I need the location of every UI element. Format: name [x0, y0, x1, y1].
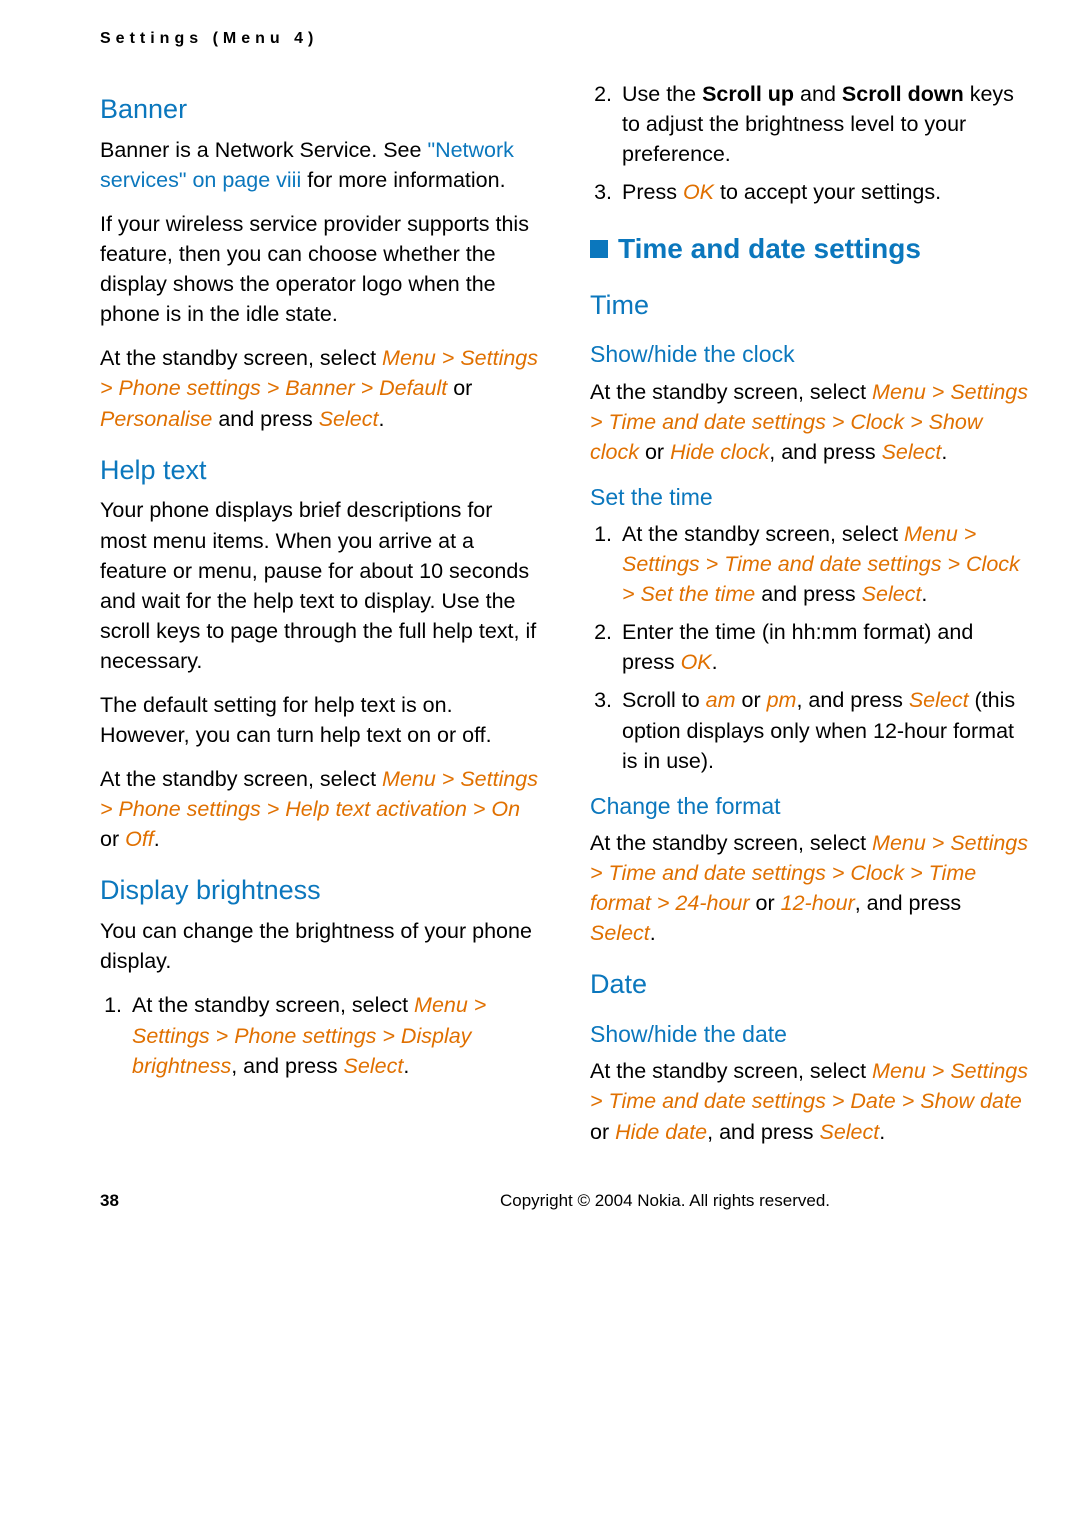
text: or — [736, 688, 767, 712]
copyright: Copyright © 2004 Nokia. All rights reser… — [300, 1191, 1030, 1211]
brightness-steps-right: Use the Scroll up and Scroll down keys t… — [590, 79, 1030, 207]
heading-set-time: Set the time — [590, 481, 1030, 513]
text: Enter the time (in hh:mm format) and pre… — [622, 620, 973, 674]
key-select: Select — [819, 1120, 879, 1144]
text: or — [447, 376, 472, 400]
step-1: At the standby screen, select Menu > Set… — [618, 519, 1030, 609]
showhide-date-p: At the standby screen, select Menu > Set… — [590, 1056, 1030, 1146]
help-p2: The default setting for help text is on.… — [100, 690, 540, 750]
heading-show-hide-clock: Show/hide the clock — [590, 338, 1030, 370]
key-select: Select — [882, 440, 942, 464]
text: At the standby screen, select — [132, 993, 414, 1017]
step-2: Enter the time (in hh:mm format) and pre… — [618, 617, 1030, 677]
settime-steps: At the standby screen, select Menu > Set… — [590, 519, 1030, 776]
text: or — [590, 1120, 615, 1144]
square-bullet-icon — [590, 240, 608, 258]
heading-date: Date — [590, 966, 1030, 1004]
text: At the standby screen, select — [100, 346, 382, 370]
text: and — [794, 82, 842, 106]
left-column: Banner Banner is a Network Service. See … — [100, 73, 540, 1161]
text: At the standby screen, select — [590, 380, 872, 404]
heading-show-hide-date: Show/hide the date — [590, 1018, 1030, 1050]
showhide-clock-p: At the standby screen, select Menu > Set… — [590, 377, 1030, 467]
key-ok: OK — [681, 650, 712, 674]
bright-p1: You can change the brightness of your ph… — [100, 916, 540, 976]
key-select: Select — [590, 921, 650, 945]
help-p1: Your phone displays brief descriptions f… — [100, 495, 540, 676]
step-1: At the standby screen, select Menu > Set… — [128, 990, 540, 1080]
text: , and press — [796, 688, 908, 712]
step-2: Use the Scroll up and Scroll down keys t… — [618, 79, 1030, 169]
text: Banner is a Network Service. See — [100, 138, 427, 162]
text: , and press — [707, 1120, 819, 1144]
key-select: Select — [319, 407, 379, 431]
text: or — [100, 827, 125, 851]
opt-pm: pm — [767, 688, 797, 712]
text: . — [650, 921, 656, 945]
heading-help-text: Help text — [100, 452, 540, 490]
key-select: Select — [344, 1054, 404, 1078]
text: At the standby screen, select — [590, 1059, 872, 1083]
step-3: Press OK to accept your settings. — [618, 177, 1030, 207]
text: and press — [755, 582, 861, 606]
page-footer: 38 Copyright © 2004 Nokia. All rights re… — [100, 1191, 1030, 1211]
text: Press — [622, 180, 683, 204]
text: or — [639, 440, 670, 464]
help-p3: At the standby screen, select Menu > Set… — [100, 764, 540, 854]
text: . — [403, 1054, 409, 1078]
text: . — [712, 650, 718, 674]
section-time-date: Time and date settings — [590, 229, 1030, 268]
text: for more information. — [301, 168, 505, 192]
page-number: 38 — [100, 1191, 300, 1211]
text: . — [941, 440, 947, 464]
heading-display-brightness: Display brightness — [100, 872, 540, 910]
step-3: Scroll to am or pm, and press Select (th… — [618, 685, 1030, 775]
change-format-p: At the standby screen, select Menu > Set… — [590, 828, 1030, 948]
key-select: Select — [862, 582, 922, 606]
heading-banner: Banner — [100, 91, 540, 129]
heading-change-format: Change the format — [590, 790, 1030, 822]
text: . — [154, 827, 160, 851]
text: Use the — [622, 82, 702, 106]
text: . — [879, 1120, 885, 1144]
text: Scroll to — [622, 688, 706, 712]
text: , and press — [855, 891, 961, 915]
section-title-text: Time and date settings — [618, 229, 921, 268]
menu-path: Off — [125, 827, 154, 851]
heading-time: Time — [590, 287, 1030, 325]
text: . — [378, 407, 384, 431]
banner-p3: At the standby screen, select Menu > Set… — [100, 343, 540, 433]
opt-am: am — [706, 688, 736, 712]
text: to accept your settings. — [714, 180, 941, 204]
page-header: Settings (Menu 4) — [100, 30, 1030, 48]
text: and press — [212, 407, 318, 431]
text: , and press — [231, 1054, 343, 1078]
key-select: Select — [909, 688, 969, 712]
text: At the standby screen, select — [590, 831, 872, 855]
menu-path: Hide date — [615, 1120, 707, 1144]
text: At the standby screen, select — [100, 767, 382, 791]
menu-path: Hide clock — [670, 440, 769, 464]
text: . — [921, 582, 927, 606]
right-column: Use the Scroll up and Scroll down keys t… — [590, 73, 1030, 1161]
menu-path: 12-hour — [781, 891, 855, 915]
key-scroll-up: Scroll up — [702, 82, 794, 106]
text: or — [750, 891, 781, 915]
banner-p1: Banner is a Network Service. See "Networ… — [100, 135, 540, 195]
content-columns: Banner Banner is a Network Service. See … — [100, 73, 1030, 1161]
key-ok: OK — [683, 180, 714, 204]
banner-p2: If your wireless service provider suppor… — [100, 209, 540, 329]
key-scroll-down: Scroll down — [842, 82, 964, 106]
text: At the standby screen, select — [622, 522, 904, 546]
brightness-steps-left: At the standby screen, select Menu > Set… — [100, 990, 540, 1080]
text: , and press — [769, 440, 881, 464]
menu-path: Personalise — [100, 407, 212, 431]
